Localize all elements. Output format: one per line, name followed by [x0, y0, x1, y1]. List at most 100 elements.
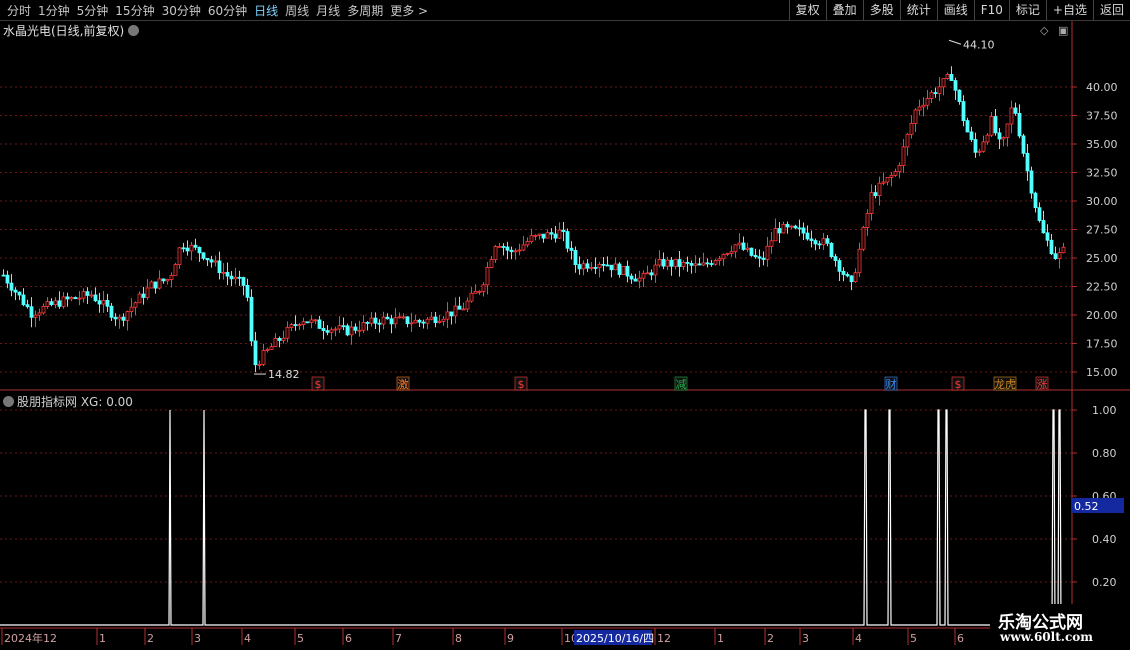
candle-body: [45, 301, 50, 307]
event-badge-label: 龙虎: [994, 378, 1016, 391]
candle-body: [853, 272, 858, 283]
candle-body: [457, 305, 462, 310]
candle-body: [233, 276, 238, 280]
candle-body: [501, 246, 506, 248]
timeline-label: 4: [855, 632, 862, 645]
candle-body: [29, 306, 34, 318]
candle-body: [969, 131, 974, 140]
candle-body: [309, 319, 314, 323]
candle-body: [21, 294, 26, 306]
candle-body: [749, 247, 754, 256]
candle-body: [397, 316, 402, 319]
candle-body: [225, 271, 230, 277]
candle-body: [945, 73, 950, 79]
candle-body: [873, 192, 878, 196]
candle-body: [1025, 152, 1030, 172]
candle-body: [897, 165, 902, 173]
candle-body: [521, 244, 526, 251]
candle-body: [205, 258, 210, 261]
candle-body: [325, 330, 330, 333]
candle-body: [633, 278, 638, 282]
candle-body: [265, 349, 270, 351]
candle-body: [97, 300, 102, 305]
candle-body: [337, 325, 342, 330]
candle-body: [929, 92, 934, 99]
kline-chart[interactable]: 40.00 37.50 35.00 32.50 30.00 27.50 25.00 22.50…: [0, 0, 1130, 650]
candle-body: [125, 311, 130, 321]
candle-body: [529, 235, 534, 243]
candle-body: [33, 314, 38, 318]
candle-body: [25, 304, 30, 308]
candle-body: [525, 241, 530, 246]
event-badge-label: 减: [676, 378, 687, 391]
candle-body: [193, 244, 198, 248]
candle-body: [1045, 232, 1050, 241]
candle-body: [441, 318, 446, 322]
candle-body: [321, 328, 326, 331]
candle-body: [117, 316, 122, 320]
candle-body: [777, 228, 782, 234]
candle-body: [333, 328, 338, 331]
candle-body: [401, 316, 406, 319]
candle-body: [481, 284, 486, 292]
candle-body: [717, 258, 722, 262]
candle-body: [477, 290, 482, 293]
timeline-label: 2024年12: [4, 631, 57, 645]
current-value-label: 0.52: [1074, 500, 1099, 513]
candle-body: [353, 326, 358, 331]
candle-body: [761, 257, 766, 260]
candle-body: [513, 250, 518, 253]
candle-body: [169, 274, 174, 280]
candle-body: [1049, 239, 1054, 255]
candle-body: [625, 265, 630, 277]
candle-body: [137, 293, 142, 304]
candle-body: [813, 240, 818, 245]
candle-body: [373, 317, 378, 324]
candle-body: [753, 255, 758, 258]
candle-body: [597, 263, 602, 269]
candle-body: [701, 262, 706, 266]
candle-body: [637, 277, 642, 282]
candle-body: [801, 227, 806, 234]
candle-body: [413, 319, 418, 324]
candle-body: [105, 300, 110, 307]
candle-body: [885, 176, 890, 183]
candle-body: [565, 231, 570, 249]
event-badge-label: $: [518, 378, 525, 391]
candle-body: [445, 311, 450, 320]
candle-body: [809, 238, 814, 241]
candle-body: [601, 263, 606, 266]
candle-body: [725, 253, 730, 255]
candle-body: [109, 305, 114, 318]
candle-body: [57, 300, 62, 307]
candle-body: [993, 116, 998, 134]
candle-body: [69, 297, 74, 300]
candle-body: [825, 238, 830, 244]
candle-body: [409, 322, 414, 325]
timeline-label: 1: [99, 632, 106, 645]
price-tick-label: 40.00: [1086, 81, 1118, 94]
candle-body: [621, 265, 626, 275]
watermark: 乐淘公式网 www.60lt.com: [990, 604, 1130, 650]
candle-body: [541, 233, 546, 239]
candle-body: [269, 346, 274, 350]
candle-body: [53, 300, 58, 306]
candle-body: [573, 250, 578, 265]
candle-body: [693, 263, 698, 266]
candle-body: [561, 229, 566, 232]
candle-body: [221, 271, 226, 274]
timeline-label: 2: [147, 632, 154, 645]
candle-body: [781, 223, 786, 234]
candle-body: [921, 104, 926, 108]
candle-body: [341, 325, 346, 328]
candle-body: [157, 278, 162, 289]
candle-body: [497, 246, 502, 248]
candle-body: [913, 109, 918, 124]
candle-body: [909, 123, 914, 135]
candle-body: [357, 329, 362, 332]
candle-body: [389, 318, 394, 325]
event-badge-label: $: [315, 378, 322, 391]
candle-body: [729, 251, 734, 254]
candle-body: [149, 281, 154, 289]
timeline-label: 5: [910, 632, 917, 645]
